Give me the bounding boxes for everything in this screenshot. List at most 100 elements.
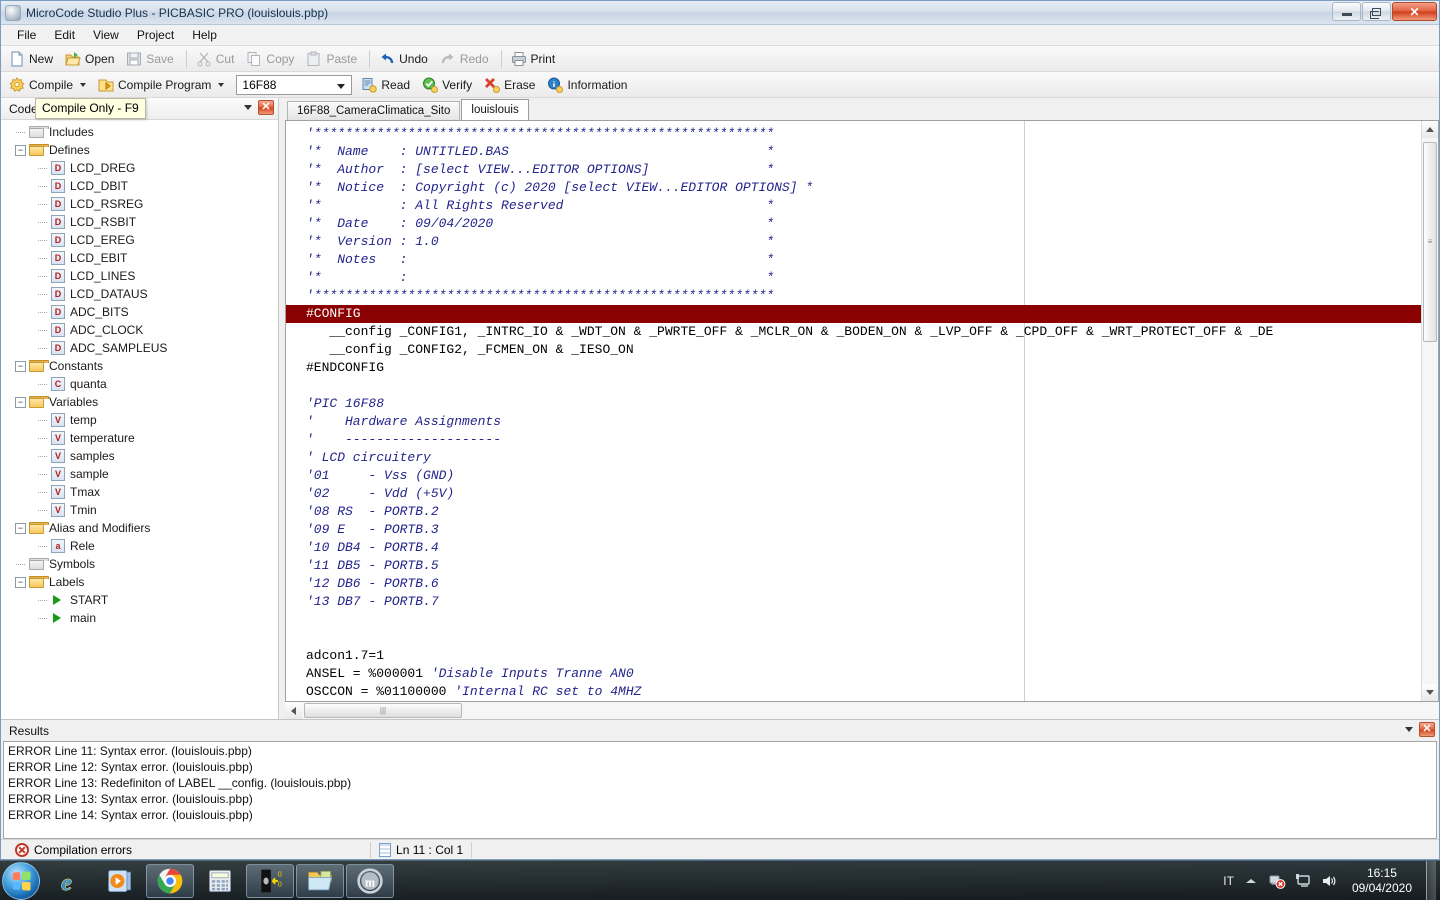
code-text-area[interactable]: '***************************************… <box>286 121 1421 701</box>
editor-horizontal-scrollbar[interactable]: ||| <box>285 702 1439 719</box>
result-row-4[interactable]: ERROR Line 14: Syntax error. (louislouis… <box>8 808 1436 824</box>
code-line-9[interactable]: '* : * <box>286 269 1421 287</box>
compile-program-button[interactable]: Compile Program <box>94 74 231 96</box>
panel-menu-chevron-down-icon[interactable] <box>244 105 252 110</box>
code-line-25[interactable]: '11 DB5 - PORTB.5 <box>286 557 1421 575</box>
code-line-15[interactable] <box>286 377 1421 395</box>
show-hidden-icons-button[interactable] <box>1242 872 1260 890</box>
menu-view[interactable]: View <box>85 26 127 44</box>
code-line-24[interactable]: '10 DB4 - PORTB.4 <box>286 539 1421 557</box>
code-line-16[interactable]: 'PIC 16F88 <box>286 395 1421 413</box>
code-line-5[interactable]: '* : All Rights Reserved * <box>286 197 1421 215</box>
tree-item-lcd-ebit[interactable]: DLCD_EBIT <box>7 249 278 267</box>
paste-button[interactable]: Paste <box>302 48 364 70</box>
tree-expander-collapse[interactable]: − <box>15 397 26 408</box>
code-line-10[interactable]: '***************************************… <box>286 287 1421 305</box>
tree-expander-collapse[interactable]: − <box>15 145 26 156</box>
code-line-20[interactable]: '01 - Vss (GND) <box>286 467 1421 485</box>
code-line-11[interactable]: #CONFIG <box>286 305 1421 323</box>
code-line-6[interactable]: '* Date : 09/04/2020 * <box>286 215 1421 233</box>
cut-button[interactable]: Cut <box>192 48 242 70</box>
tree-item-lcd-dreg[interactable]: DLCD_DREG <box>7 159 278 177</box>
taskbar-item-internet-explorer[interactable]: e <box>46 864 94 898</box>
horizontal-scroll-track[interactable]: ||| <box>302 702 1439 719</box>
scroll-down-button[interactable] <box>1422 684 1438 701</box>
input-language-indicator[interactable]: IT <box>1223 874 1234 888</box>
tree-item-variables[interactable]: −Variables <box>7 393 278 411</box>
clock[interactable]: 16:15 09/04/2020 <box>1346 866 1418 896</box>
code-line-29[interactable] <box>286 629 1421 647</box>
display-settings-icon[interactable] <box>1294 872 1312 890</box>
taskbar-item-chrome[interactable] <box>146 864 194 898</box>
tree-item-adc-sampleus[interactable]: DADC_SAMPLEUS <box>7 339 278 357</box>
code-line-14[interactable]: #ENDCONFIG <box>286 359 1421 377</box>
copy-button[interactable]: Copy <box>242 48 301 70</box>
close-button[interactable]: ✕ <box>1392 2 1437 21</box>
code-line-12[interactable]: __config _CONFIG1, _INTRC_IO & _WDT_ON &… <box>286 323 1421 341</box>
compile-button[interactable]: Compile <box>5 74 93 96</box>
code-line-28[interactable] <box>286 611 1421 629</box>
code-line-23[interactable]: '09 E - PORTB.3 <box>286 521 1421 539</box>
editor-tab-1[interactable]: louislouis <box>461 99 528 120</box>
tree-item-samples[interactable]: Vsamples <box>7 447 278 465</box>
read-button[interactable]: Read <box>357 74 417 96</box>
result-row-2[interactable]: ERROR Line 13: Redefiniton of LABEL __co… <box>8 776 1436 792</box>
tree-expander-collapse[interactable]: − <box>15 577 26 588</box>
code-explorer-tree[interactable]: Includes−DefinesDLCD_DREGDLCD_DBITDLCD_R… <box>1 120 278 719</box>
code-line-13[interactable]: __config _CONFIG2, _FCMEN_ON & _IESO_ON <box>286 341 1421 359</box>
minimize-button[interactable] <box>1332 2 1361 21</box>
tree-item-lcd-dataus[interactable]: DLCD_DATAUS <box>7 285 278 303</box>
code-line-2[interactable]: '* Name : UNTITLED.BAS * <box>286 143 1421 161</box>
compile-program-dropdown-arrow-icon[interactable] <box>218 83 224 87</box>
tree-item-lcd-lines[interactable]: DLCD_LINES <box>7 267 278 285</box>
code-line-7[interactable]: '* Version : 1.0 * <box>286 233 1421 251</box>
tree-item-adc-bits[interactable]: DADC_BITS <box>7 303 278 321</box>
tree-item-sample[interactable]: Vsample <box>7 465 278 483</box>
result-row-3[interactable]: ERROR Line 13: Syntax error. (louislouis… <box>8 792 1436 808</box>
open-button[interactable]: Open <box>61 48 121 70</box>
tree-item-defines[interactable]: −Defines <box>7 141 278 159</box>
code-line-27[interactable]: '13 DB7 - PORTB.7 <box>286 593 1421 611</box>
save-button[interactable]: Save <box>122 48 180 70</box>
tree-item-rele[interactable]: aRele <box>7 537 278 555</box>
tree-item-main[interactable]: main <box>7 609 278 627</box>
code-line-8[interactable]: '* Notes : * <box>286 251 1421 269</box>
taskbar-item-calculator[interactable] <box>196 864 244 898</box>
code-line-1[interactable]: '***************************************… <box>286 125 1421 143</box>
code-line-32[interactable]: OSCCON = %01100000 'Internal RC set to 4… <box>286 683 1421 701</box>
undo-button[interactable]: Undo <box>375 48 435 70</box>
result-row-1[interactable]: ERROR Line 12: Syntax error. (louislouis… <box>8 760 1436 776</box>
code-line-3[interactable]: '* Author : [select VIEW...EDITOR OPTION… <box>286 161 1421 179</box>
start-button[interactable] <box>2 862 40 900</box>
code-line-30[interactable]: adcon1.7=1 <box>286 647 1421 665</box>
horizontal-scroll-thumb[interactable]: ||| <box>304 703 462 718</box>
close-results-button[interactable]: ✕ <box>1419 722 1435 737</box>
network-status-icon[interactable] <box>1268 872 1286 890</box>
erase-button[interactable]: Erase <box>480 74 542 96</box>
menu-file[interactable]: File <box>9 26 44 44</box>
tree-item-alias-and-modifiers[interactable]: −Alias and Modifiers <box>7 519 278 537</box>
show-desktop-button[interactable] <box>1426 861 1436 900</box>
menu-help[interactable]: Help <box>184 26 225 44</box>
new-button[interactable]: New <box>5 48 60 70</box>
taskbar-item-file-explorer[interactable] <box>296 864 344 898</box>
tree-item-lcd-rsreg[interactable]: DLCD_RSREG <box>7 195 278 213</box>
tree-item-lcd-ereg[interactable]: DLCD_EREG <box>7 231 278 249</box>
tree-item-labels[interactable]: −Labels <box>7 573 278 591</box>
menu-project[interactable]: Project <box>129 26 182 44</box>
editor-tab-0[interactable]: 16F88_CameraClimatica_Sito <box>287 101 460 120</box>
tree-item-constants[interactable]: −Constants <box>7 357 278 375</box>
code-line-4[interactable]: '* Notice : Copyright (c) 2020 [select V… <box>286 179 1421 197</box>
tree-item-tmax[interactable]: VTmax <box>7 483 278 501</box>
tree-item-includes[interactable]: Includes <box>7 123 278 141</box>
result-row-0[interactable]: ERROR Line 11: Syntax error. (louislouis… <box>8 744 1436 760</box>
code-line-17[interactable]: ' Hardware Assignments <box>286 413 1421 431</box>
code-line-26[interactable]: '12 DB6 - PORTB.6 <box>286 575 1421 593</box>
code-line-19[interactable]: ' LCD circuitery <box>286 449 1421 467</box>
scroll-left-button[interactable] <box>285 702 302 719</box>
tree-item-temp[interactable]: Vtemp <box>7 411 278 429</box>
tree-item-start[interactable]: START <box>7 591 278 609</box>
information-button[interactable]: Information <box>543 74 634 96</box>
print-button[interactable]: Print <box>507 48 563 70</box>
taskbar-item-microcode-studio[interactable]: 0 0 <box>246 864 294 898</box>
